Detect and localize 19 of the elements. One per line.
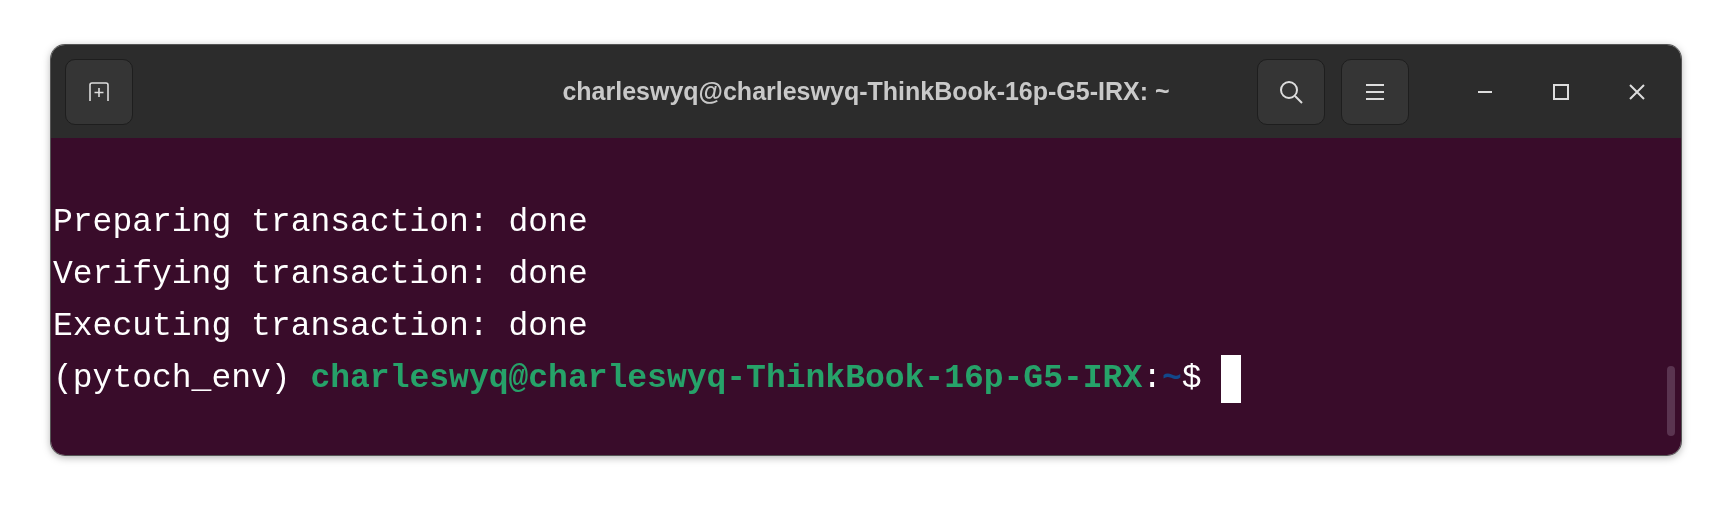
new-tab-icon	[88, 80, 110, 103]
prompt-user-host: charleswyq@charleswyq-ThinkBook-16p-G5-IRX	[310, 359, 1143, 399]
prompt-path: ~	[1162, 359, 1182, 399]
terminal-text: $	[1181, 359, 1203, 399]
terminal-text: Preparing transaction: done	[53, 203, 588, 243]
menu-icon	[1365, 82, 1385, 101]
minimize-icon	[1477, 89, 1493, 94]
terminal-text: (pytoch_env)	[53, 359, 292, 399]
scrollbar-thumb[interactable]	[1667, 366, 1675, 436]
maximize-icon	[1553, 83, 1569, 100]
search-button[interactable]	[1257, 58, 1325, 125]
menu-button[interactable]	[1341, 58, 1409, 125]
terminal-text: Executing transaction: done	[53, 307, 588, 347]
window-title: charleswyq@charleswyq-ThinkBook-16p-G5-IRX: ~	[562, 77, 1170, 106]
terminal-text: :	[1142, 359, 1162, 399]
new-tab-button[interactable]	[65, 58, 133, 125]
terminal-text: Verifying transaction: done	[53, 255, 588, 295]
search-icon	[1278, 78, 1304, 105]
close-icon	[1629, 83, 1645, 100]
